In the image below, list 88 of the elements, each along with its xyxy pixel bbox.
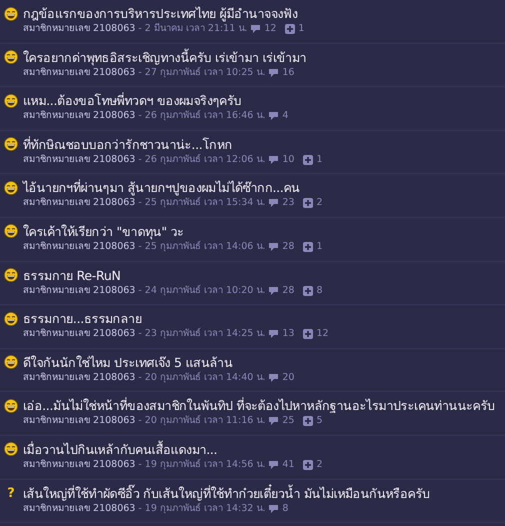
topic-title-link[interactable]: ใครอยากด่าพุทธอิสระเชิญทางนี้ครับ เร่เข้ามา เร่เข้ามา — [23, 48, 306, 66]
author-link[interactable]: สมาชิกหมายเลข 2108063 — [23, 370, 136, 385]
comment-count: 41 — [282, 458, 294, 472]
speech-bubble-icon — [268, 154, 280, 165]
comment-count: 10 — [282, 152, 294, 167]
post-date: - 26 กุมภาพันธ์ เวลา 16:46 น. — [138, 109, 266, 124]
speech-bubble-icon — [268, 372, 280, 383]
post-date: - 25 กุมภาพันธ์ เวลา 15:34 น. — [138, 196, 266, 210]
plus-icon — [303, 460, 314, 470]
author-link[interactable]: สมาชิกหมายเลข 2108063 — [23, 152, 136, 167]
post-date: - 2 มีนาคม เวลา 21:11 น. — [138, 22, 248, 36]
speech-bubble-icon — [268, 242, 280, 252]
author-link[interactable]: สมาชิกหมายเลข 2108063 — [23, 284, 136, 298]
speech-bubble-icon — [268, 416, 280, 426]
vote-count: 2 — [316, 196, 322, 210]
post-date: - 26 กุมภาพันธ์ เวลา 12:06 น. — [138, 152, 266, 167]
plus-icon — [303, 242, 314, 252]
vote-count: 12 — [316, 327, 329, 342]
comment-count: 20 — [282, 370, 294, 385]
speech-bubble-icon — [268, 460, 280, 470]
author-link[interactable]: สมาชิกหมายเลข 2108063 — [23, 109, 136, 124]
post-date: - 20 กุมภาพันธ์ เวลา 14:40 น. — [138, 370, 266, 385]
topic-title-link[interactable]: ไอ้นายกฯที่ผ่านๆมา สู้นายกฯปูของผมไม่ได้ซ๊ากก...คน — [23, 179, 300, 196]
topic-title-link[interactable]: แหม...ต้องขอโทษพี่ทวดฯ ของผมจริงๆครับ — [23, 92, 242, 110]
post-date: - 23 กุมภาพันธ์ เวลา 14:25 น. — [138, 327, 266, 342]
laughing-face-icon — [4, 398, 18, 413]
plus-icon — [303, 154, 314, 165]
plus-icon — [303, 329, 314, 340]
author-link[interactable]: สมาชิกหมายเลข 2108063 — [23, 458, 136, 472]
vote-count: 2 — [316, 458, 322, 472]
comment-count: 25 — [282, 414, 294, 428]
speech-bubble-icon — [268, 329, 280, 340]
speech-bubble-icon — [268, 198, 280, 208]
speech-bubble-icon — [268, 504, 280, 514]
laughing-face-icon — [4, 355, 18, 370]
topic-title-link[interactable]: ใครเค้าให้เรียกว่า "ขาดทุน" วะ — [23, 222, 184, 240]
comment-count: 4 — [282, 109, 288, 124]
post-date: - 19 กุมภาพันธ์ เวลา 14:56 น. — [138, 458, 266, 472]
vote-count: 5 — [316, 414, 322, 428]
vote-count: 1 — [316, 240, 322, 254]
author-link[interactable]: สมาชิกหมายเลข 2108063 — [23, 22, 136, 36]
comment-count: 13 — [282, 327, 294, 342]
author-link[interactable]: สมาชิกหมายเลข 2108063 — [23, 414, 136, 428]
author-link[interactable]: สมาชิกหมายเลข 2108063 — [23, 66, 136, 80]
question-mark: ? — [6, 486, 16, 500]
topic-title-link[interactable]: ที่ทักษิณชอบบอกว่ารักชาวนาน่ะ...โกหก — [23, 136, 232, 153]
comment-count: 23 — [282, 197, 294, 210]
comment-count: 12 — [264, 22, 276, 36]
plus-icon — [303, 198, 314, 208]
topic-title-link[interactable]: เอ่อ...มันไม่ใช่หน้าที่ของสมาชิกในพันทิป ที่จะต้องไปหาหลักฐานอะไรมาประเคนท่านนะครับ — [23, 397, 495, 414]
vote-count: 8 — [316, 284, 322, 298]
topic-title-link[interactable]: ดีใจกันนักใช่ไหม ประเทศเจ๊ง 5 แสนล้าน — [23, 354, 233, 371]
speech-bubble-icon — [250, 24, 262, 34]
author-link[interactable]: สมาชิกหมายเลข 2108063 — [23, 327, 136, 342]
laughing-face-icon — [4, 180, 18, 195]
author-link[interactable]: สมาชิกหมายเลข 2108063 — [23, 196, 136, 210]
topic-title-link[interactable]: ธรรมกาย...ธรรมกลาย — [23, 310, 142, 328]
post-date: - 20 กุมภาพันธ์ เวลา 11:16 น. — [138, 414, 266, 428]
author-link[interactable]: สมาชิกหมายเลข 2108063 — [23, 240, 136, 254]
comment-count: 16 — [282, 66, 294, 80]
plus-icon — [303, 416, 314, 426]
comment-count: 28 — [282, 284, 294, 298]
laughing-face-icon — [4, 50, 18, 64]
plus-icon — [303, 286, 314, 296]
vote-count: 1 — [298, 22, 304, 36]
topic-title-link[interactable]: กฎข้อแรกของการบริหารประเทศไทย ผู้มีอำนาจจงฟัง — [23, 5, 298, 22]
comment-count: 8 — [282, 502, 288, 516]
speech-bubble-icon — [268, 286, 280, 296]
speech-bubble-icon — [268, 111, 280, 122]
laughing-face-icon — [4, 312, 18, 326]
comment-count: 28 — [282, 240, 294, 254]
post-date: - 24 กุมภาพันธ์ เวลา 10:20 น. — [138, 284, 266, 298]
topic-title-link[interactable]: เส้นใหญ่ที่ใช้ทำผัดซีอิ๊ว กับเส้นใหญ่ที่ใช้ทำก๋วยเตี๋ยวน้ำ มันไม่เหมือนกันหรือครับ — [23, 484, 430, 502]
laughing-face-icon — [4, 94, 18, 108]
laughing-face-icon — [4, 442, 18, 456]
post-date: - 27 กุมภาพันธ์ เวลา 10:25 น. — [138, 66, 266, 80]
laughing-face-icon — [4, 224, 18, 238]
laughing-face-icon — [4, 6, 18, 20]
laughing-face-icon — [4, 137, 18, 152]
topic-title-link[interactable]: เมื่อวานไปกินเหล้ากับคนเสื้อแดงมา... — [23, 440, 218, 458]
author-link[interactable]: สมาชิกหมายเลข 2108063 — [23, 502, 136, 516]
laughing-face-icon — [4, 268, 18, 282]
plus-icon — [285, 24, 296, 34]
speech-bubble-icon — [268, 68, 280, 78]
vote-count: 1 — [316, 152, 322, 167]
topic-title-link[interactable]: ธรรมกาย Re-RuN — [23, 266, 120, 284]
post-date: - 19 กุมภาพันธ์ เวลา 14:32 น. — [138, 502, 266, 516]
post-date: - 25 กุมภาพันธ์ เวลา 14:06 น. — [138, 240, 266, 254]
